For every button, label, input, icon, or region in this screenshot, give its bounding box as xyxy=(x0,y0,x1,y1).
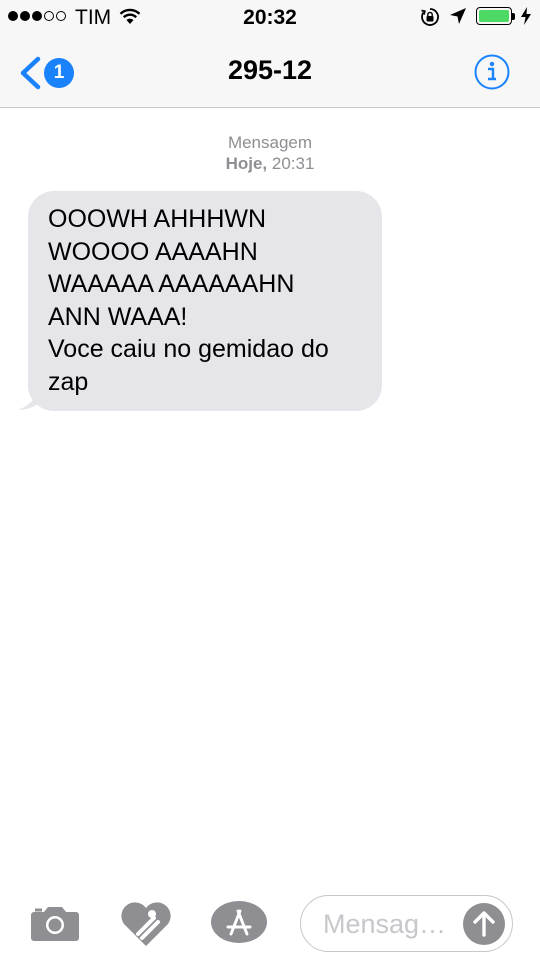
contact-title[interactable]: 295-12 xyxy=(0,55,540,86)
message-bubble-text: OOOWH AHHHWN WOOOO AAAAHN WAAAAA AAAAAAH… xyxy=(28,191,382,411)
message-timestamp-header: Mensagem Hoje, 20:31 xyxy=(0,132,540,174)
status-bar: TIM 20:32 xyxy=(0,0,540,36)
app-store-icon[interactable] xyxy=(210,900,268,944)
message-input-placeholder: Mensag… xyxy=(323,909,447,939)
message-date: Hoje, 20:31 xyxy=(0,153,540,174)
message-input[interactable]: Mensag… xyxy=(300,895,513,952)
incoming-message[interactable]: OOOWH AHHHWN WOOOO AAAAHN WAAAAA AAAAAAH… xyxy=(18,191,382,411)
location-arrow-icon xyxy=(450,8,466,24)
send-button[interactable] xyxy=(463,903,505,945)
date-day: Hoje, xyxy=(225,154,268,173)
compose-toolbar: Mensag… xyxy=(0,884,540,960)
info-icon[interactable] xyxy=(474,54,510,90)
rotation-lock-icon xyxy=(421,8,439,26)
service-label: Mensagem xyxy=(227,133,313,152)
battery-icon xyxy=(476,7,512,25)
date-time: 20:31 xyxy=(267,154,315,173)
charging-bolt-icon xyxy=(521,7,531,25)
digital-touch-heart-icon[interactable] xyxy=(120,900,172,948)
send-arrow-icon xyxy=(473,911,495,937)
navigation-bar: 1 295-12 xyxy=(0,36,540,108)
camera-icon[interactable] xyxy=(30,904,80,942)
